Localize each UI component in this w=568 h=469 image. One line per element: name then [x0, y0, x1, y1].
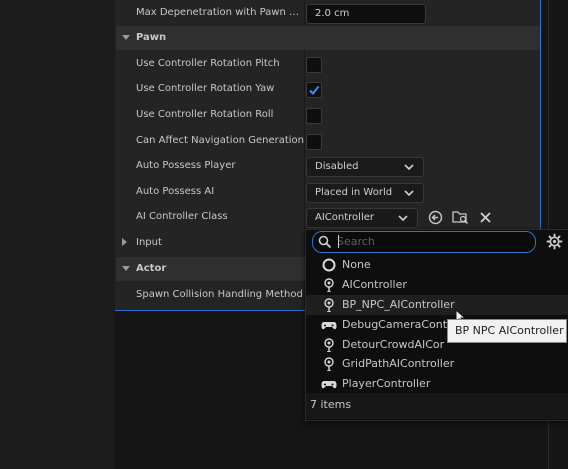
search-box[interactable] [312, 231, 536, 253]
use-roll-label: Use Controller Rotation Roll [136, 109, 274, 120]
row-can-affect-nav: Can Affect Navigation Generation [116, 128, 540, 153]
ai-controller-icon [324, 278, 334, 292]
ai-controller-icon [324, 338, 334, 352]
class-item-label: DebugCameraCont [342, 318, 448, 331]
chevron-down-icon [404, 164, 414, 171]
can-affect-nav-label: Can Affect Navigation Generation [136, 135, 305, 146]
auto-possess-player-label: Auto Possess Player [136, 160, 236, 171]
row-use-yaw: Use Controller Rotation Yaw [116, 76, 540, 101]
use-pitch-label: Use Controller Rotation Pitch [136, 58, 280, 69]
auto-possess-ai-dropdown[interactable]: Placed in World [306, 183, 424, 203]
auto-possess-ai-value: Placed in World [315, 187, 393, 198]
use-roll-checkbox[interactable] [306, 108, 322, 124]
category-pawn[interactable]: Pawn [116, 26, 540, 50]
class-item-gridpathaicontroller[interactable]: GridPathAIController [306, 354, 568, 374]
chevron-down-icon [404, 190, 414, 197]
class-item-label: GridPathAIController [342, 357, 455, 370]
class-item-label: AIController [342, 278, 407, 291]
checkmark-icon [309, 85, 320, 96]
input-category-label: Input [136, 237, 162, 248]
tooltip-text: BP NPC AIController [455, 324, 564, 337]
left-panel [0, 0, 115, 469]
collapsed-arrow-icon [122, 238, 127, 246]
clear-icon[interactable] [479, 211, 492, 224]
max-depenetration-field[interactable]: 2.0 cm [306, 4, 426, 24]
search-icon [318, 235, 332, 249]
row-use-pitch: Use Controller Rotation Pitch [116, 51, 540, 76]
use-pitch-checkbox[interactable] [306, 57, 322, 73]
class-item-aicontroller[interactable]: AIController [306, 275, 568, 295]
class-item-none[interactable]: None [306, 255, 568, 275]
use-yaw-label: Use Controller Rotation Yaw [136, 83, 275, 94]
chevron-down-icon [398, 215, 408, 222]
class-item-playercontroller[interactable]: PlayerController [306, 374, 568, 394]
class-item-bp-npc-aicontroller[interactable]: BP_NPC_AIController [306, 295, 568, 315]
ai-controller-class-dropdown[interactable]: AIController [306, 208, 418, 228]
auto-possess-player-value: Disabled [315, 161, 359, 172]
expand-arrow-icon [122, 266, 130, 271]
max-depenetration-label: Max Depenetration with Pawn a... [136, 7, 301, 18]
auto-possess-player-dropdown[interactable]: Disabled [306, 157, 424, 177]
search-input[interactable] [337, 233, 527, 249]
spawn-collision-label: Spawn Collision Handling Method [136, 289, 303, 300]
ai-controller-class-value: AIController [315, 212, 374, 223]
expand-arrow-icon [122, 35, 130, 40]
gamepad-icon [321, 381, 337, 389]
class-item-label: PlayerController [342, 377, 431, 390]
can-affect-nav-checkbox[interactable] [306, 134, 322, 150]
settings-gear-icon[interactable] [546, 233, 563, 250]
auto-possess-ai-label: Auto Possess AI [136, 186, 215, 197]
ai-controller-icon [324, 357, 334, 371]
ai-controller-icon [324, 298, 334, 312]
actor-category-label: Actor [136, 263, 167, 274]
browse-folder-icon[interactable] [452, 209, 469, 225]
use-selected-icon[interactable] [428, 210, 443, 225]
pawn-category-label: Pawn [136, 32, 167, 43]
class-item-label: None [342, 258, 371, 271]
class-item-label: DetourCrowdAICor [342, 338, 445, 351]
items-count: 7 items [310, 398, 352, 411]
class-item-label: BP_NPC_AIController [342, 298, 455, 311]
tooltip: BP NPC AIController [447, 319, 567, 343]
gamepad-icon [321, 322, 337, 330]
ai-controller-class-label: AI Controller Class [136, 211, 228, 222]
max-depenetration-value: 2.0 cm [315, 8, 350, 19]
row-use-roll: Use Controller Rotation Roll [116, 102, 540, 127]
none-circle-icon [322, 258, 336, 272]
use-yaw-checkbox[interactable] [306, 82, 322, 98]
text-caret [338, 235, 339, 248]
